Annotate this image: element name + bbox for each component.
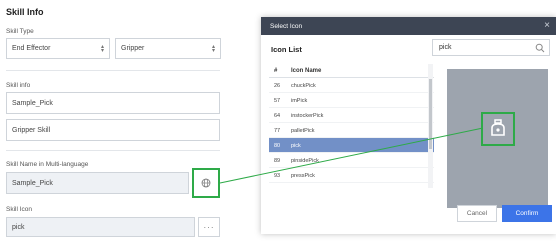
icon-search-value: pick (439, 44, 452, 51)
skill-subtype-value: Gripper (121, 45, 145, 52)
table-row[interactable]: 77 palletPick (269, 123, 434, 138)
row-number: 89 (274, 158, 281, 164)
dialog-header: Select Icon × (261, 17, 556, 35)
dialog-title: Select Icon (270, 22, 303, 30)
section-title: Skill Info (6, 7, 44, 17)
globe-icon (201, 178, 211, 188)
multilang-label: Skill Name in Multi-language (6, 161, 89, 168)
select-icon-dialog: Select Icon × Icon List pick # Icon Name… (261, 17, 556, 234)
pick-icon (481, 112, 515, 146)
skill-type-value: End Effector (12, 45, 51, 52)
multilang-name-value: Sample_Pick (12, 179, 53, 187)
column-header-number: # (274, 68, 278, 74)
row-number: 93 (274, 173, 281, 179)
table-row[interactable]: 89 pinsidePick (269, 153, 434, 168)
row-name: chuckPick (291, 83, 316, 89)
table-row[interactable]: 64 instockerPick (269, 108, 434, 123)
skill-name-value: Sample_Pick (12, 99, 53, 107)
skill-icon-value: pick (12, 223, 25, 231)
icon-table: # Icon Name 26 chuckPick 57 imPick 64 in… (269, 64, 434, 192)
select-caret-icon: ▴ ▾ (100, 43, 104, 54)
divider (6, 150, 220, 151)
search-icon[interactable] (535, 43, 545, 53)
skill-subtype-select[interactable]: Gripper ▴ ▾ (115, 38, 221, 59)
column-header-name: Icon Name (291, 68, 322, 74)
browse-icon-button[interactable]: ··· (198, 217, 220, 237)
table-row[interactable]: 26 chuckPick (269, 78, 434, 93)
cancel-button[interactable]: Cancel (457, 205, 497, 222)
row-name: instockerPick (291, 113, 324, 119)
scrollbar-thumb[interactable] (429, 79, 432, 149)
language-button[interactable] (192, 168, 220, 198)
icon-search-input[interactable]: pick (432, 39, 550, 56)
table-header: # Icon Name (269, 64, 434, 78)
skill-description-input[interactable]: Gripper Skill (6, 119, 220, 141)
close-icon[interactable]: × (544, 20, 550, 32)
row-number: 26 (274, 83, 281, 89)
row-name: imPick (291, 98, 308, 104)
icon-list-title: Icon List (271, 45, 302, 54)
table-row[interactable]: 93 pressPick (269, 168, 434, 183)
table-row[interactable]: 57 imPick (269, 93, 434, 108)
row-name: palletPick (291, 128, 315, 134)
multilang-name-input[interactable]: Sample_Pick (6, 172, 189, 194)
row-name: pick (291, 143, 301, 149)
row-name: pinsidePick (291, 158, 319, 164)
confirm-button[interactable]: Confirm (502, 205, 552, 222)
row-number: 64 (274, 113, 281, 119)
select-caret-icon: ▴ ▾ (211, 43, 215, 54)
row-name: pressPick (291, 173, 315, 179)
divider (6, 70, 220, 71)
skill-info-label: Skill info (6, 82, 31, 89)
table-row-selected[interactable]: 80 pick (269, 138, 434, 153)
skill-icon-label: Skill Icon (6, 206, 33, 213)
skill-icon-input[interactable]: pick (6, 217, 195, 237)
gripper-pick-icon (491, 119, 505, 136)
row-number: 77 (274, 128, 281, 134)
row-number: 80 (274, 143, 281, 149)
skill-name-input[interactable]: Sample_Pick (6, 92, 220, 114)
skill-type-label: Skill Type (6, 28, 34, 35)
skill-type-select[interactable]: End Effector ▴ ▾ (6, 38, 110, 59)
skill-description-value: Gripper Skill (12, 126, 51, 134)
row-number: 57 (274, 98, 281, 104)
